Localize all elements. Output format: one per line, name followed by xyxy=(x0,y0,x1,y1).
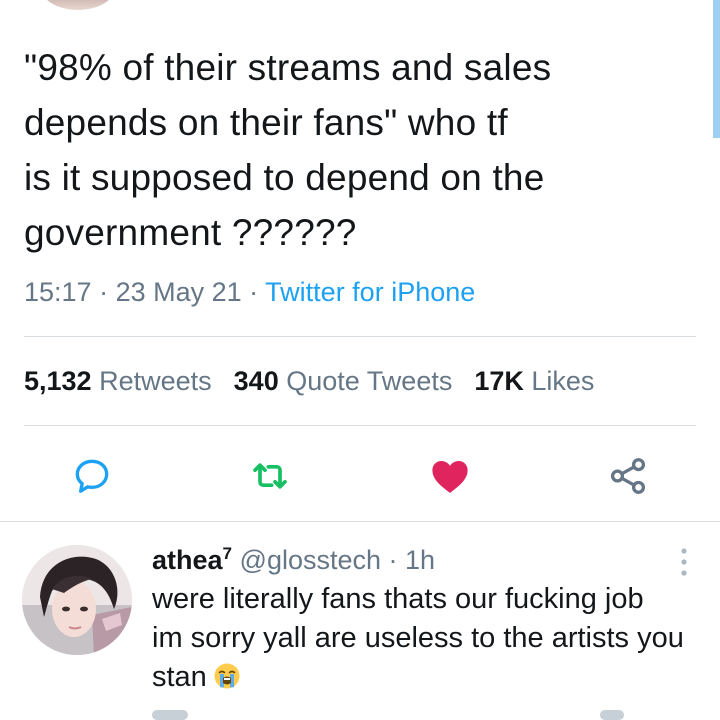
meta-separator: · xyxy=(91,277,116,307)
quotes-count: 340 xyxy=(233,366,279,396)
reply-text: were literally fans thats our fucking jo… xyxy=(152,580,712,697)
reply-display-name[interactable]: athea7 xyxy=(152,545,232,575)
meta-separator: · xyxy=(381,545,406,575)
avatar-image xyxy=(22,545,132,655)
quotes-label: Quote Tweets xyxy=(286,366,453,396)
reply-time[interactable]: 1h xyxy=(405,545,435,575)
next-reply-preview xyxy=(152,710,188,720)
next-reply-preview xyxy=(600,710,624,720)
tweet-stats: 5,132 Retweets 340 Quote Tweets 17K Likes xyxy=(24,362,594,400)
reply-handle[interactable]: @glosstech xyxy=(240,545,381,575)
author-avatar[interactable] xyxy=(40,0,116,10)
tweet-time: 15:17 xyxy=(24,277,92,307)
retweet-icon xyxy=(253,463,287,489)
retweets-label: Retweets xyxy=(99,366,212,396)
name-superscript: 7 xyxy=(222,544,233,563)
tweet-meta: 15:17 · 23 May 21 · Twitter for iPhone xyxy=(24,274,475,310)
divider xyxy=(0,521,720,522)
meta-separator: · xyxy=(241,277,266,307)
share-icon xyxy=(610,458,646,494)
reply-button[interactable] xyxy=(66,450,118,502)
reply-avatar[interactable] xyxy=(22,545,132,655)
likes-count: 17K xyxy=(474,366,524,396)
share-button[interactable] xyxy=(602,450,654,502)
tweet-actions xyxy=(0,450,720,502)
likes-label: Likes xyxy=(531,366,595,396)
heart-icon xyxy=(432,460,468,493)
more-vertical-icon xyxy=(681,548,687,576)
divider xyxy=(24,336,696,337)
scroll-indicator xyxy=(713,0,720,138)
like-button[interactable] xyxy=(424,450,476,502)
retweet-button[interactable] xyxy=(244,450,296,502)
divider xyxy=(24,425,696,426)
retweets-count: 5,132 xyxy=(24,366,92,396)
reply-icon xyxy=(75,459,109,493)
tweet-text: "98% of their streams and sales depends … xyxy=(24,47,552,253)
tweet-source-link[interactable]: Twitter for iPhone xyxy=(265,277,475,307)
likes-stat[interactable]: 17K Likes xyxy=(474,366,594,396)
tweet-date: 23 May 21 xyxy=(115,277,242,307)
loudly-crying-face-icon xyxy=(214,663,240,689)
retweets-stat[interactable]: 5,132 Retweets xyxy=(24,366,212,396)
more-options-button[interactable] xyxy=(678,547,690,577)
reply-header: athea7 @glosstech · 1h xyxy=(152,541,435,579)
quote-tweets-stat[interactable]: 340 Quote Tweets xyxy=(234,366,453,396)
